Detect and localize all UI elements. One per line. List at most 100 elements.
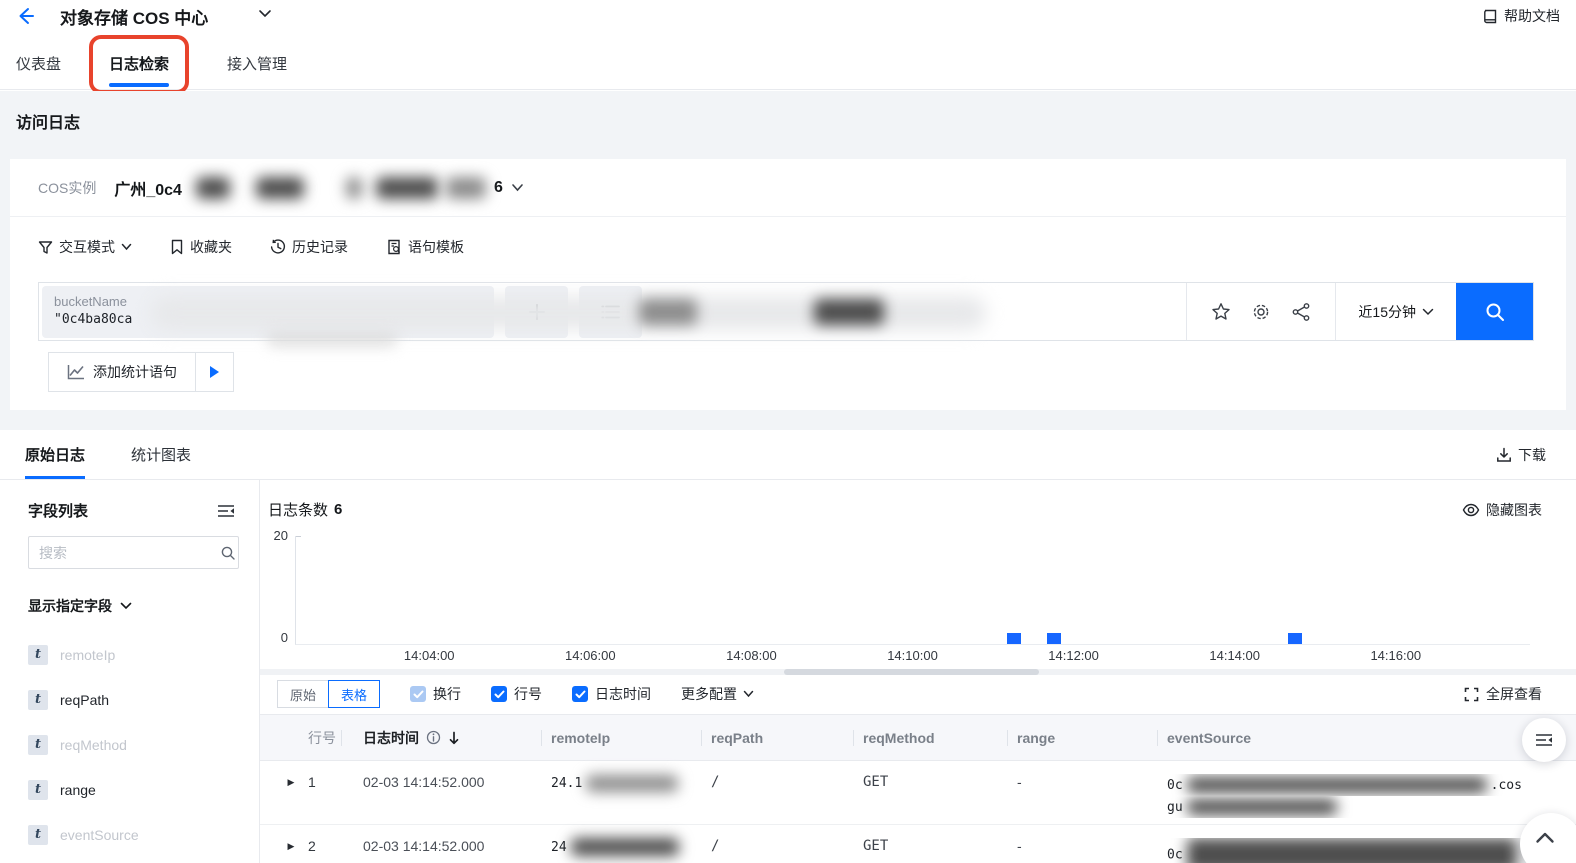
instance-row: COS实例 广州_0c4 6 — [10, 159, 1566, 217]
table-row: ▶ 2 02-03 14:14:52.000 24 / GET - 0c — [260, 825, 1576, 863]
search-icon[interactable] — [220, 545, 236, 561]
more-config-dropdown[interactable]: 更多配置 — [681, 684, 754, 704]
y-axis-tick: 0 — [280, 630, 288, 645]
title-chevron-down-icon[interactable] — [258, 9, 272, 18]
query-toolbar: 交互模式 收藏夹 历史记录 语句模板 — [10, 225, 1566, 269]
field-item-eventSource[interactable]: t eventSource — [28, 812, 249, 857]
show-specified-fields-toggle[interactable]: 显示指定字段 — [28, 596, 132, 616]
search-button[interactable] — [1456, 283, 1533, 340]
instance-select[interactable]: 广州_0c4 6 — [114, 175, 524, 201]
log-time-checkbox[interactable]: 日志时间 — [572, 684, 651, 704]
log-main-panel: 日志条数 6 隐藏图表 20 0 14:04:00 14:06:00 14:08… — [260, 480, 1576, 863]
history-button[interactable]: 历史记录 — [270, 237, 348, 257]
text-type-icon: t — [28, 824, 48, 845]
tab-log-search[interactable]: 日志检索 — [89, 35, 190, 94]
field-item-reqMethod[interactable]: t reqMethod — [28, 722, 249, 767]
raw-view-button[interactable]: 原始 — [277, 680, 330, 708]
checkbox-checked-icon — [410, 686, 427, 702]
col-header-range: range — [1007, 715, 1157, 761]
hide-chart-button[interactable]: 隐藏图表 — [1462, 500, 1542, 520]
history-clock-icon — [270, 239, 286, 255]
gear-icon[interactable] — [1251, 302, 1271, 322]
field-search-input[interactable] — [39, 544, 220, 561]
col-header-reqPath: reqPath — [701, 715, 853, 761]
tab-dashboard[interactable]: 仪表盘 — [16, 38, 61, 89]
interact-mode-button[interactable]: 交互模式 — [38, 237, 132, 257]
display-controls: 原始 表格 换行 行号 日志时间 更多配置 全屏查看 — [277, 679, 1542, 709]
back-icon[interactable] — [14, 5, 36, 27]
query-value: "0c4ba80ca — [54, 311, 133, 327]
share-icon[interactable] — [1291, 302, 1311, 322]
results-card: 原始日志 统计图表 下载 字段列表 搜索 显示指定字段 t remoteIp t… — [0, 430, 1576, 863]
fullscreen-button[interactable]: 全屏查看 — [1464, 684, 1542, 704]
checkbox-checked-icon — [491, 686, 508, 702]
add-statistics-statement-button[interactable]: 添加统计语句 — [48, 352, 234, 392]
chart-scrollbar-thumb[interactable] — [784, 669, 1039, 675]
x-axis: 14:04:00 14:06:00 14:08:00 14:10:00 14:1… — [403, 648, 1422, 663]
field-item-range[interactable]: t range — [28, 767, 249, 812]
wrap-checkbox[interactable]: 换行 — [410, 684, 461, 704]
page-body: 访问日志 COS实例 广州_0c4 6 交互模式 收藏夹 历史记录 语句模板 b… — [0, 91, 1576, 863]
text-type-icon: t — [28, 734, 48, 755]
y-axis-tick: 20 — [273, 528, 288, 543]
favorites-button[interactable]: 收藏夹 — [170, 237, 232, 257]
collapse-panel-icon[interactable] — [217, 504, 235, 518]
chart-scrollbar-track — [260, 669, 1576, 675]
histogram-bar — [1288, 633, 1303, 644]
topbar: 对象存储 COS 中心 帮助文档 — [0, 0, 1576, 38]
statement-list-button[interactable] — [579, 285, 642, 338]
app-root: 对象存储 COS 中心 帮助文档 仪表盘 日志检索 接入管理 访问日志 COS实… — [0, 0, 1576, 863]
table-view-button[interactable]: 表格 — [328, 680, 381, 708]
redacted-value — [1186, 799, 1337, 816]
run-statement-button[interactable] — [195, 353, 233, 391]
fullscreen-icon — [1464, 687, 1479, 702]
page-title: 对象存储 COS 中心 — [60, 9, 209, 28]
field-item-reqPath[interactable]: t reqPath — [28, 677, 249, 722]
chevron-down-icon — [1422, 308, 1434, 316]
download-button[interactable]: 下载 — [1496, 430, 1546, 480]
chevron-down-icon — [120, 602, 132, 610]
filter-icon — [38, 240, 53, 255]
log-count-label: 日志条数 — [268, 502, 329, 519]
sort-desc-icon[interactable] — [448, 731, 460, 745]
text-type-icon: t — [28, 689, 48, 710]
text-type-icon: t — [28, 644, 48, 665]
tab-statistics-charts[interactable]: 统计图表 — [131, 430, 191, 479]
table-header-row: 行号 日志时间 remoteIp reqPath reqMethod range… — [260, 715, 1576, 761]
field-item-remoteIp[interactable]: t remoteIp — [28, 632, 249, 677]
time-range-select[interactable]: 近15分钟 — [1335, 283, 1456, 340]
tab-raw-logs[interactable]: 原始日志 — [25, 430, 86, 479]
search-bar: bucketName "0c4ba80ca 近15分钟 — [38, 282, 1534, 346]
redacted-value — [1186, 777, 1487, 794]
help-doc-link[interactable]: 帮助文档 — [1482, 6, 1560, 26]
result-tabs: 原始日志 统计图表 下载 — [0, 430, 1576, 480]
row-expander-icon[interactable]: ▶ — [279, 825, 303, 852]
col-header-eventSource: eventSource — [1157, 715, 1576, 761]
column-settings-button[interactable] — [1522, 718, 1566, 762]
redacted-value — [570, 838, 679, 857]
section-title: 访问日志 — [16, 115, 81, 132]
tab-access-management[interactable]: 接入管理 — [227, 38, 287, 89]
info-icon[interactable] — [426, 730, 441, 745]
checkbox-checked-icon — [572, 686, 589, 702]
nav-tabs: 仪表盘 日志检索 接入管理 — [0, 35, 1576, 94]
star-icon[interactable] — [1211, 302, 1231, 322]
line-chart-icon — [67, 364, 85, 380]
query-action-icons — [1186, 283, 1335, 340]
bookmark-icon — [170, 239, 184, 255]
chevron-down-icon — [743, 690, 754, 698]
log-histogram — [295, 536, 1530, 645]
chevron-up-icon — [1535, 831, 1555, 844]
redacted-instance-name — [188, 175, 488, 201]
instance-chevron-down-icon — [511, 183, 524, 192]
statement-template-button[interactable]: 语句模板 — [386, 237, 464, 257]
row-expander-icon[interactable]: ▶ — [279, 761, 303, 788]
line-number-checkbox[interactable]: 行号 — [491, 684, 542, 704]
histogram-bar — [1006, 633, 1021, 644]
log-table: 行号 日志时间 remoteIp reqPath reqMethod range… — [260, 714, 1576, 863]
query-editor[interactable]: bucketName "0c4ba80ca — [42, 285, 494, 338]
add-condition-button[interactable] — [505, 285, 568, 338]
template-doc-icon — [386, 239, 402, 255]
redacted-value — [586, 774, 679, 792]
redacted-value — [1186, 838, 1517, 863]
